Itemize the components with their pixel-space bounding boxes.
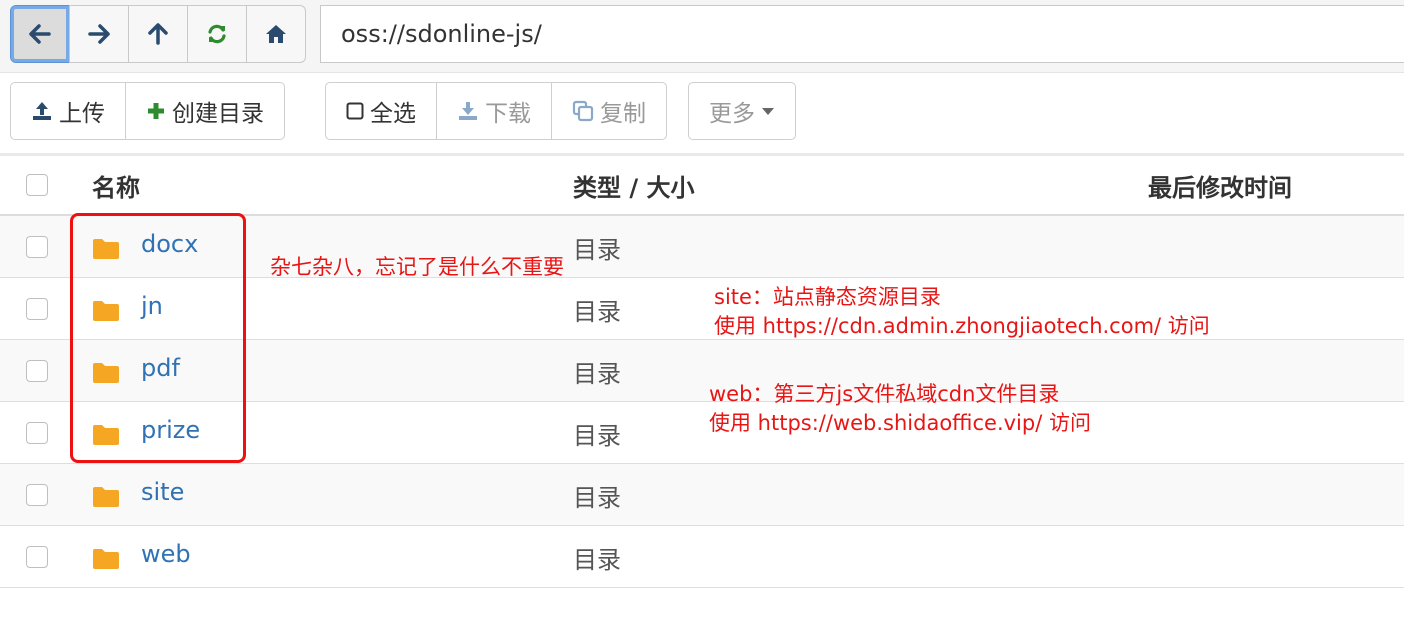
- row-checkbox[interactable]: [26, 298, 48, 320]
- more-label: 更多: [709, 101, 755, 127]
- row-name-link[interactable]: web: [141, 540, 191, 568]
- annotation-highlight-box: [70, 213, 246, 463]
- nav-button-group: [10, 5, 306, 65]
- header-type-size[interactable]: 类型 / 大小: [573, 168, 694, 203]
- select-all-label: 全选: [370, 101, 416, 127]
- checkbox-icon: [346, 102, 364, 120]
- annotation-site-line1: site：站点静态资源目录: [714, 285, 941, 309]
- copy-button[interactable]: 复制: [551, 82, 667, 140]
- table-row[interactable]: site 目录: [0, 464, 1404, 526]
- annotation-site-line2: 使用 https://cdn.admin.zhongjiaotech.com/ …: [714, 314, 1210, 338]
- row-type: 目录: [573, 360, 621, 388]
- refresh-icon: [208, 24, 226, 44]
- annotation-web-line2: 使用 https://web.shidaoffice.vip/ 访问: [709, 411, 1091, 435]
- header-modified[interactable]: 最后修改时间: [1148, 168, 1292, 203]
- download-label: 下载: [485, 101, 531, 127]
- home-button[interactable]: [246, 5, 306, 63]
- upload-create-group: 上传 创建目录: [10, 82, 285, 140]
- folder-icon: [93, 487, 119, 507]
- row-type: 目录: [573, 422, 621, 450]
- folder-icon: [93, 549, 119, 569]
- row-checkbox[interactable]: [26, 236, 48, 258]
- row-checkbox[interactable]: [26, 546, 48, 568]
- create-directory-label: 创建目录: [172, 101, 264, 127]
- caret-down-icon: [762, 108, 774, 115]
- forward-button[interactable]: [69, 5, 129, 63]
- arrow-up-icon: [148, 23, 168, 45]
- row-name-link[interactable]: site: [141, 478, 184, 506]
- annotation-web-line1: web：第三方js文件私域cdn文件目录: [709, 382, 1060, 406]
- row-checkbox[interactable]: [26, 484, 48, 506]
- refresh-button[interactable]: [187, 5, 247, 63]
- download-icon: [459, 102, 477, 120]
- table-row[interactable]: web 目录: [0, 526, 1404, 588]
- arrow-left-icon: [29, 24, 51, 44]
- navigation-bar: oss://sdonline-js/: [0, 0, 1404, 73]
- up-button[interactable]: [128, 5, 188, 63]
- header-name[interactable]: 名称: [92, 168, 140, 203]
- upload-label: 上传: [59, 101, 105, 127]
- table-header: 名称 类型 / 大小 最后修改时间: [0, 156, 1404, 216]
- back-button[interactable]: [10, 5, 70, 63]
- select-all-checkbox[interactable]: [26, 174, 48, 196]
- arrow-right-icon: [88, 24, 110, 44]
- copy-icon: [572, 100, 594, 122]
- copy-label: 复制: [600, 101, 646, 127]
- download-button[interactable]: 下载: [436, 82, 552, 140]
- upload-icon: [33, 102, 51, 120]
- address-bar[interactable]: oss://sdonline-js/: [320, 5, 1404, 63]
- more-group: 更多: [688, 82, 796, 140]
- selection-actions-group: 全选 下载 复制: [325, 82, 667, 140]
- annotation-misc-note: 杂七杂八，忘记了是什么不重要: [270, 255, 564, 279]
- plus-icon: [148, 103, 164, 119]
- create-directory-button[interactable]: 创建目录: [125, 82, 285, 140]
- row-checkbox[interactable]: [26, 360, 48, 382]
- upload-button[interactable]: 上传: [10, 82, 126, 140]
- home-icon: [266, 25, 286, 43]
- row-type: 目录: [573, 546, 621, 574]
- more-dropdown-button[interactable]: 更多: [688, 82, 796, 140]
- row-type: 目录: [573, 298, 621, 326]
- toolbar: 上传 创建目录 全选 下载 复制 更多: [0, 73, 1404, 156]
- select-all-button[interactable]: 全选: [325, 82, 437, 140]
- row-checkbox[interactable]: [26, 422, 48, 444]
- row-type: 目录: [573, 484, 621, 512]
- row-type: 目录: [573, 236, 621, 264]
